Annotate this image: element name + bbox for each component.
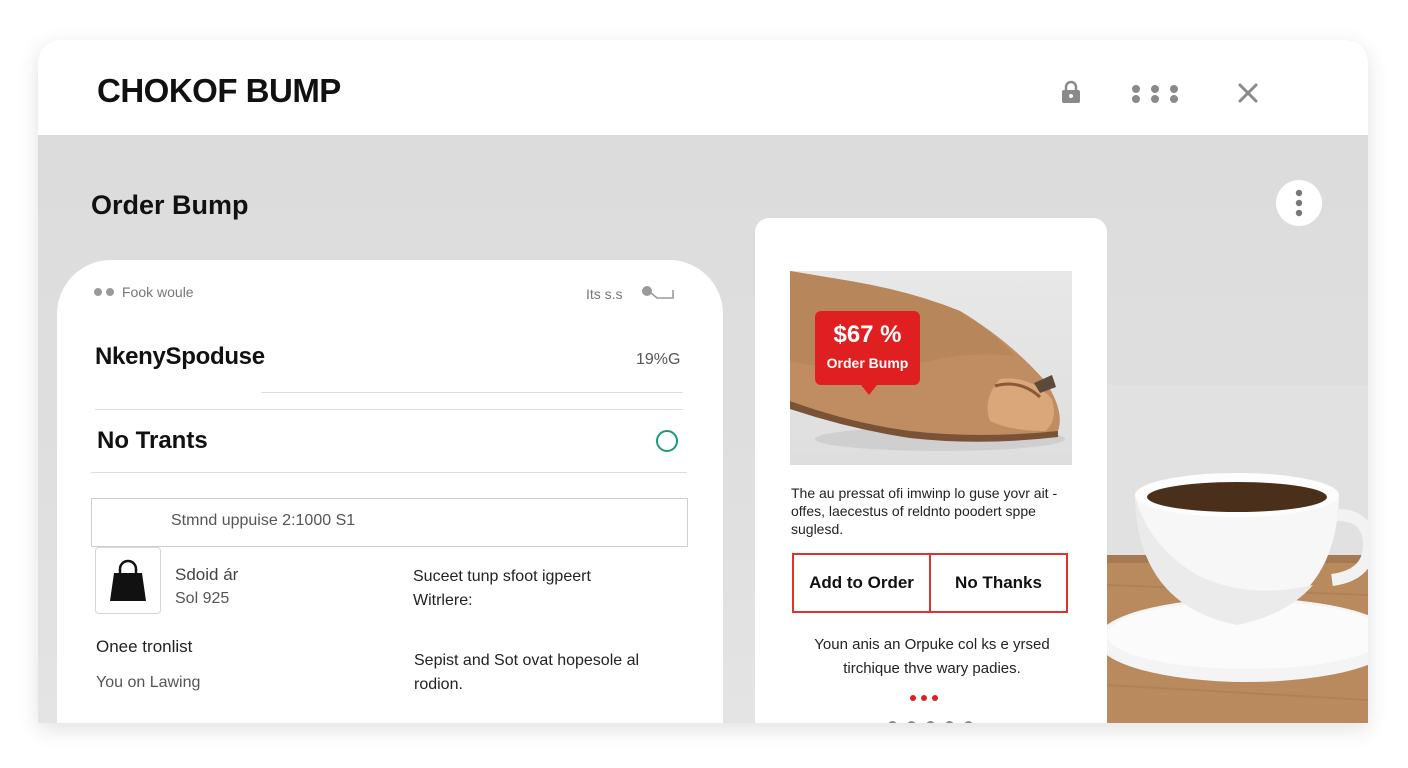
vertical-dots-icon: [1295, 189, 1303, 217]
card-header-left: Fook woule: [94, 284, 194, 300]
dots-icon: [94, 288, 114, 296]
price-badge: $67 % Order Bump: [815, 311, 920, 395]
divider: [261, 392, 683, 393]
no-thanks-option-label: No Trants: [97, 427, 208, 454]
one-time-offer-label: Onee tronlist: [96, 637, 193, 656]
product-thumbnail: [95, 547, 161, 614]
offer-note: Sepist and Sot ovat hopesole al rodion.: [414, 652, 640, 693]
pager-dot[interactable]: [907, 721, 916, 723]
order-bump-offer-card: $67 % Order Bump The au pressat ofi imwi…: [755, 218, 1107, 723]
offer-description: The au pressat ofi imwinp lo guse yovr a…: [791, 485, 1058, 537]
title-bar: CHOKOF BUMP: [38, 40, 1368, 135]
product-discount-value: 19%G: [636, 351, 681, 368]
card-header-left-text: Fook woule: [122, 284, 194, 300]
divider: [91, 472, 687, 473]
pager-dot[interactable]: [888, 721, 897, 723]
coffee-cup-image: [1107, 385, 1368, 723]
product-description-line: Sucеet tunp sfoot igpeert: [413, 568, 591, 585]
offer-footnote: Youn anis an Orpuke col ks e yrsed tirch…: [814, 636, 1050, 677]
kebab-menu-button[interactable]: [1276, 180, 1322, 226]
order-form-card: Fook woule Its s.s NkenySpoduse 19%G No …: [57, 260, 723, 723]
close-icon[interactable]: [1237, 82, 1259, 109]
app-title: CHOKOF BUMP: [97, 72, 341, 109]
more-dots-icon[interactable]: [1131, 84, 1181, 109]
pager-dot[interactable]: [945, 721, 954, 723]
pager-dot[interactable]: [964, 721, 973, 723]
search-key-icon[interactable]: [641, 284, 675, 303]
product-image: $67 % Order Bump: [790, 271, 1072, 465]
card-header-right-text: Its s.s: [586, 285, 623, 302]
pager-dot[interactable]: [926, 721, 935, 723]
badge-label: Order Bump: [826, 355, 909, 371]
shopping-bag-icon: [110, 559, 146, 601]
carousel-pager: [888, 721, 973, 723]
lock-icon[interactable]: [1060, 80, 1082, 109]
product-name: Sdoid ár: [175, 565, 239, 584]
product-name-heading: NkenySpoduse: [95, 343, 265, 370]
add-to-order-button[interactable]: Add to Order: [794, 555, 931, 611]
badge-price: $67 %: [833, 321, 902, 348]
no-thanks-button[interactable]: No Thanks: [931, 555, 1066, 611]
product-description-line: Witrlere:: [413, 592, 473, 609]
product-description: Sucеet tunp sfoot igpeert Witrlere:: [413, 565, 591, 613]
shipping-input-field[interactable]: Stmnd uppuise 2:1000 S1: [91, 498, 688, 547]
offer-button-group: Add to Order No Thanks: [792, 553, 1068, 613]
loading-dots-icon: [910, 695, 938, 701]
product-price: Sol 925: [175, 590, 230, 607]
page-title: Order Bump: [91, 190, 249, 220]
divider: [95, 409, 683, 410]
card-header-right: Its s.s: [586, 284, 675, 303]
main-content: Order Bump Fook woule Its s.s NkenySpodu…: [38, 135, 1368, 723]
one-time-offer-sub: You on Lawing: [96, 674, 201, 691]
checkout-bump-window: CHOKOF BUMP Order Bump Fook woule Its s.…: [38, 40, 1368, 723]
no-thanks-radio[interactable]: [656, 430, 678, 452]
